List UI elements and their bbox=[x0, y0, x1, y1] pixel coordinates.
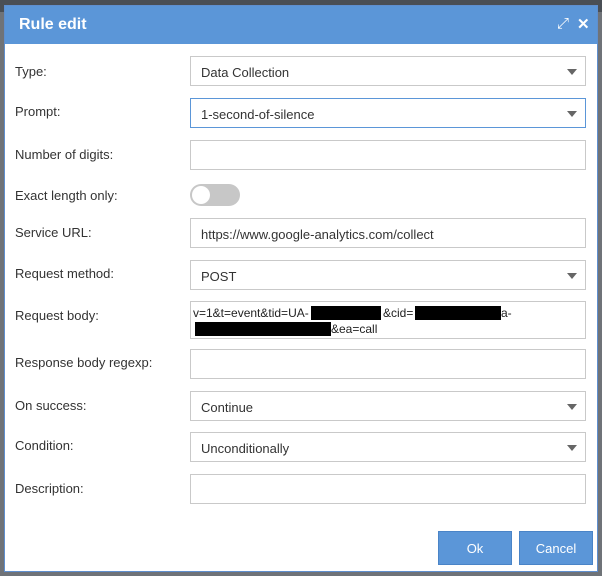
condition-select[interactable]: Unconditionally bbox=[190, 432, 586, 462]
chevron-down-icon bbox=[567, 273, 577, 279]
on-success-label: On success: bbox=[15, 398, 87, 413]
request-body-textarea[interactable]: v=1&t=event&tid=UA- &cid= a- &ea=call bbox=[190, 301, 586, 339]
service-url-input[interactable]: https://www.google-analytics.com/collect bbox=[190, 218, 586, 248]
dialog-titlebar: Rule edit ⤢ ✕ bbox=[5, 6, 597, 44]
chevron-down-icon bbox=[567, 111, 577, 117]
request-body-line1c: a- bbox=[501, 306, 512, 320]
description-label: Description: bbox=[15, 481, 84, 496]
chevron-down-icon bbox=[567, 69, 577, 75]
prompt-select[interactable]: 1-second-of-silence bbox=[190, 98, 586, 128]
chevron-down-icon bbox=[567, 404, 577, 410]
request-method-label: Request method: bbox=[15, 266, 115, 281]
ok-button[interactable]: Ok bbox=[438, 531, 512, 565]
digits-label: Number of digits: bbox=[15, 147, 114, 162]
redaction-block bbox=[311, 306, 381, 320]
prompt-label: Prompt: bbox=[15, 104, 61, 119]
condition-value: Unconditionally bbox=[201, 441, 290, 456]
cancel-button[interactable]: Cancel bbox=[519, 531, 593, 565]
chevron-down-icon bbox=[567, 445, 577, 451]
request-body-line1b: &cid= bbox=[383, 306, 414, 320]
request-method-value: POST bbox=[201, 269, 237, 284]
prompt-value: 1-second-of-silence bbox=[201, 107, 315, 122]
exact-length-label: Exact length only: bbox=[15, 188, 118, 203]
request-body-line1a: v=1&t=event&tid=UA- bbox=[193, 306, 309, 320]
close-icon[interactable]: ✕ bbox=[577, 15, 590, 33]
rule-edit-dialog: Rule edit ⤢ ✕ Type: Data Collection Prom… bbox=[4, 5, 598, 572]
expand-arrows-icon[interactable]: ⤢ bbox=[557, 15, 569, 32]
response-regexp-label: Response body regexp: bbox=[15, 355, 153, 370]
type-label: Type: bbox=[15, 64, 47, 79]
request-body-line2: &ea=call bbox=[331, 322, 378, 336]
service-url-label: Service URL: bbox=[15, 225, 92, 240]
redaction-block bbox=[195, 322, 331, 336]
request-body-label: Request body: bbox=[15, 308, 99, 323]
redaction-block bbox=[415, 306, 501, 320]
digits-input[interactable] bbox=[190, 140, 586, 170]
request-method-select[interactable]: POST bbox=[190, 260, 586, 290]
response-regexp-input[interactable] bbox=[190, 349, 586, 379]
dialog-title: Rule edit bbox=[19, 16, 87, 33]
condition-label: Condition: bbox=[15, 438, 74, 453]
type-value: Data Collection bbox=[201, 65, 290, 80]
description-input[interactable] bbox=[190, 474, 586, 504]
on-success-select[interactable]: Continue bbox=[190, 391, 586, 421]
toggle-knob bbox=[192, 186, 210, 204]
type-select[interactable]: Data Collection bbox=[190, 56, 586, 86]
service-url-value: https://www.google-analytics.com/collect bbox=[201, 227, 434, 242]
on-success-value: Continue bbox=[201, 400, 254, 415]
exact-length-toggle[interactable] bbox=[190, 184, 240, 206]
